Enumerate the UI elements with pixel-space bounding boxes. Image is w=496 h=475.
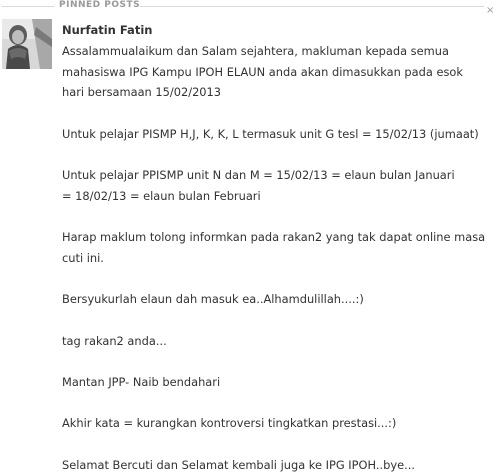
close-icon[interactable]: × [486, 6, 494, 16]
post-text-line: = 18/02/13 = elaun bulan Februari [62, 188, 261, 203]
post-text-line: Selamat Bercuti dan Selamat kembali juga… [62, 457, 415, 472]
header-divider-left [2, 6, 54, 7]
post-text-line: Mantan JPP- Naib bendahari [62, 375, 221, 389]
post-text-line: cuti ini. [62, 250, 104, 265]
pinned-posts-header: PINNED POSTS × [0, 0, 496, 16]
post-text-line: Untuk pelajar PPISMP unit N dan M = 15/0… [62, 168, 455, 183]
post-text-line: tag rakan2 anda... [62, 333, 167, 348]
post-text-line: mahasiswa IPG Kampu IPOH ELAUN anda akan… [62, 64, 463, 79]
post-body: Assalammualaikum dan Salam sejahtera, ma… [62, 41, 492, 475]
post-text-line: Assalammualaikum dan Salam sejahtera, ma… [62, 44, 449, 58]
post-text-line: Untuk pelajar PISMP H,J, K, K, L termasu… [62, 126, 479, 141]
post-text-line: Bersyukurlah elaun dah masuk ea..Alhamdu… [62, 292, 364, 307]
post-text-line: Akhir kata = kurangkan kontroversi tingk… [62, 416, 397, 431]
profile-photo-icon [2, 19, 52, 69]
post-text-line: Harap maklum tolong informkan pada rakan… [62, 230, 486, 245]
header-divider-right [140, 6, 484, 7]
avatar[interactable] [2, 19, 52, 69]
section-title: PINNED POSTS [59, 0, 141, 10]
post-author-name[interactable]: Nurfatin Fatin [62, 23, 152, 37]
post-text-line: hari bersamaan 15/02/2013 [62, 85, 222, 100]
